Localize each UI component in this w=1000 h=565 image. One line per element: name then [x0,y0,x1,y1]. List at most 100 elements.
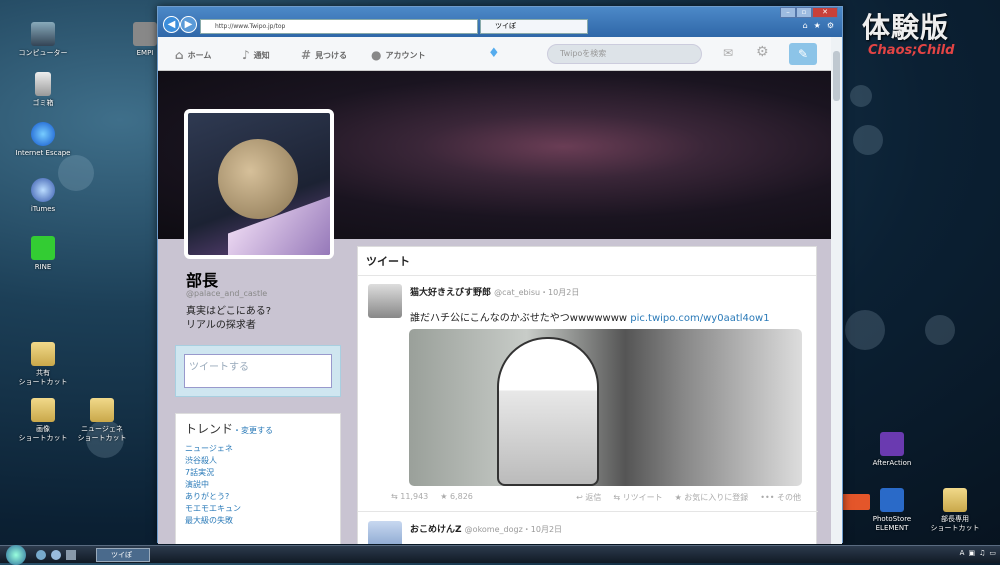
browser-icons: ⌂ ★ ⚙ [803,21,834,30]
trends-title: トレンド [185,422,234,436]
tweet-link[interactable]: pic.twipo.com/wy0aatl4ow1 [630,313,769,324]
trend-item[interactable]: 最大級の失敗 [185,515,331,527]
tweet-photo[interactable] [409,329,802,486]
volume-icon[interactable]: ♫ [979,549,985,557]
chaos-child-logo: Chaos;Child [868,43,955,58]
retweet-button[interactable]: ⇆ リツイート [613,492,662,503]
search-input[interactable]: Twipoを検索 [547,44,702,64]
bird-logo-icon: ♦ [488,46,500,61]
nav-discover[interactable]: # 見つける [301,48,347,62]
network-icon[interactable]: ▣ [968,549,975,557]
window-controls: – ▫ ✕ [780,7,838,18]
app-icon [133,22,157,46]
vertical-scrollbar[interactable] [831,37,842,544]
tweet-date: ・10月2日 [540,288,580,297]
computer-icon [31,22,55,46]
retweet-count[interactable]: ⇆ 11,943 [391,492,428,503]
nav-home[interactable]: ⌂ ホーム [175,48,211,62]
desktop-icon-itumes[interactable]: iTumes [8,178,78,214]
gear-icon[interactable]: ⚙ [827,21,834,30]
twipo-page: ⌂ ホーム ♪ 通知 # 見つける ● アカウント ♦ Twipoを検索 ✉ ⚙ ✎ 部… [158,37,834,544]
mask-image [497,337,599,486]
hash-icon: # [301,48,312,62]
nav-account[interactable]: ● アカウント [371,48,425,62]
avatar[interactable] [368,521,402,544]
folder-icon [31,398,55,422]
tweet-author[interactable]: 猫大好きえびす野郎 [410,288,491,298]
home-icon: ⌂ [175,48,184,62]
photostore-icon [880,488,904,512]
user-icon: ● [371,48,382,62]
desktop-icon-internet-escape[interactable]: Internet Escape [8,122,78,158]
folder-icon[interactable] [51,550,61,560]
mail-icon[interactable]: ✉ [723,46,733,60]
address-bar[interactable]: http://www.Twipo.jp/top [200,19,478,34]
clock[interactable]: ▭ [989,549,996,557]
desktop-icon-shared-shortcut[interactable]: 共有 ショートカット [8,342,78,387]
app-icon[interactable] [66,550,76,560]
compose-tweet-button[interactable]: ✎ [789,43,817,65]
favorites-icon[interactable]: ★ [814,21,821,30]
desktop-icon-afteraction[interactable]: AfterAction [857,432,927,468]
folder-icon [943,488,967,512]
tweet-date: ・10月2日 [522,525,563,534]
tweet-author[interactable]: おこめけんZ [410,525,462,535]
minimize-button[interactable]: – [780,7,796,18]
nav-notifications[interactable]: ♪ 通知 [242,48,270,62]
desktop-icon-newgen-shortcut[interactable]: ニュージェネ ショートカット [67,398,137,443]
afteraction-icon [880,432,904,456]
trend-item[interactable]: ニュージェネ [185,443,331,455]
tweet-text: 誰だハチ公にこんなのかぶせたやつwwwwwww [410,313,628,324]
twipo-navbar: ⌂ ホーム ♪ 通知 # 見つける ● アカウント ♦ Twipoを検索 ✉ ⚙ ✎ [158,37,834,71]
gear-icon[interactable]: ⚙ [756,44,769,60]
reply-button[interactable]: ↩ 返信 [576,492,601,503]
trend-item[interactable]: モエモエキュン [185,503,331,515]
browser-icon[interactable] [36,550,46,560]
trend-item[interactable]: ありがとう? [185,491,331,503]
moon-image [218,139,298,219]
scrollbar-thumb[interactable] [833,51,840,101]
desktop-icon-recycle-bin[interactable]: ゴミ箱 [8,72,78,108]
home-icon[interactable]: ⌂ [803,21,808,30]
quick-launch [36,550,76,560]
tweet-handle[interactable]: @cat_ebisu [494,288,540,297]
tweet-handle[interactable]: @okome_dogz [465,525,523,534]
favorite-count[interactable]: ★ 6,826 [440,492,473,503]
profile-handle: @palace_and_castle [186,289,268,298]
profile-bio: 真実はどこにある? リアルの探求者 [186,306,272,331]
avatar[interactable] [368,284,402,318]
profile-name: 部長 [186,271,219,290]
tweet-item: 猫大好きえびす野郎 @cat_ebisu・10月2日 誰だハチ公にこんなのかぶせ… [358,282,818,512]
tweet-input[interactable]: ツイートする [184,354,332,388]
more-button[interactable]: ••• その他 [760,492,801,503]
browser-tab[interactable]: ツイぽ [480,19,588,34]
tweet-compose-box: ツイートする [175,345,341,397]
desktop-icon-bucho-shortcut[interactable]: 部長専用 ショートカット [920,488,990,533]
trend-item[interactable]: 演説中 [185,479,331,491]
desktop-icon-empi[interactable]: EMPI [130,22,160,58]
desktop-icon-rine[interactable]: RINE [8,236,78,272]
trend-item[interactable]: 渋谷殺人 [185,455,331,467]
trends-change-link[interactable]: ・変更する [233,426,273,435]
system-tray: A ▣ ♫ ▭ [960,549,996,557]
music-icon [31,178,55,202]
browser-icon [31,122,55,146]
start-button[interactable] [6,545,26,565]
chat-icon [31,236,55,260]
trend-item[interactable]: 7話実況 [185,467,331,479]
trash-icon [35,72,51,96]
browser-window: ◀ ▶ http://www.Twipo.jp/top ツイぽ – ▫ ✕ ⌂ ★ ⚙ … [157,6,843,544]
back-button[interactable]: ◀ [163,16,180,33]
tweet-stream: ツイート 猫大好きえびす野郎 @cat_ebisu・10月2日 誰だハチ公にこん… [357,246,818,544]
forward-button[interactable]: ▶ [180,16,197,33]
profile-avatar[interactable] [184,109,334,259]
favorite-button[interactable]: ★ お気に入りに登録 [675,492,749,503]
close-button[interactable]: ✕ [812,7,838,18]
taskbar-item-twipo[interactable]: ツイぽ [96,548,150,562]
input-method-icon[interactable]: A [960,549,965,557]
stream-title: ツイート [358,247,816,276]
desktop-icon-computer[interactable]: コンピューター [8,22,78,58]
trends-panel: トレンド・変更する ニュージェネ 渋谷殺人 7話実況 演説中 ありがとう? モエ… [175,413,341,544]
maximize-button[interactable]: ▫ [796,7,812,18]
bell-icon: ♪ [242,48,250,62]
